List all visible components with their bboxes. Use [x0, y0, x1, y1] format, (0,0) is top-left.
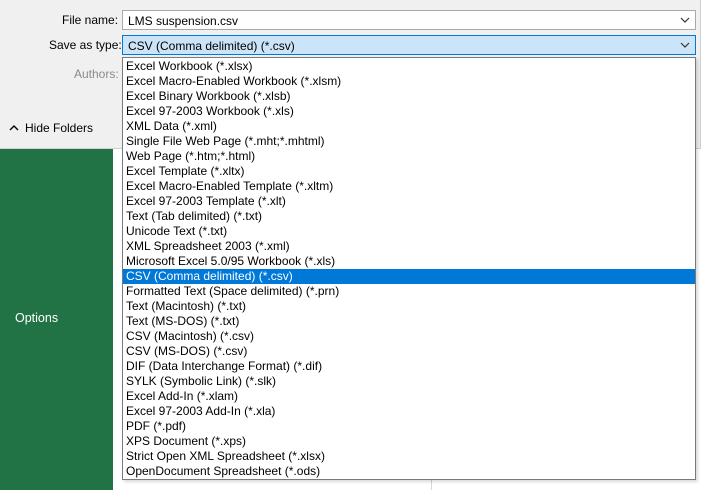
- file-type-option[interactable]: Text (Macintosh) (*.txt): [123, 299, 695, 314]
- file-type-option[interactable]: DIF (Data Interchange Format) (*.dif): [123, 359, 695, 374]
- file-type-dropdown[interactable]: Excel Workbook (*.xlsx) Excel Macro-Enabl…: [122, 57, 696, 480]
- file-type-option[interactable]: Strict Open XML Spreadsheet (*.xlsx): [123, 449, 695, 464]
- file-name-input[interactable]: LMS suspension.csv: [122, 10, 696, 30]
- file-type-option[interactable]: XML Spreadsheet 2003 (*.xml): [123, 239, 695, 254]
- chevron-down-icon[interactable]: [679, 14, 691, 26]
- save-as-type-select[interactable]: CSV (Comma delimited) (*.csv): [122, 35, 696, 55]
- file-type-option[interactable]: Web Page (*.htm;*.html): [123, 149, 695, 164]
- file-type-option[interactable]: SYLK (Symbolic Link) (*.slk): [123, 374, 695, 389]
- file-type-option[interactable]: Excel Binary Workbook (*.xlsb): [123, 89, 695, 104]
- file-type-option[interactable]: Excel Template (*.xltx): [123, 164, 695, 179]
- file-type-option[interactable]: CSV (Comma delimited) (*.csv): [123, 269, 695, 284]
- backstage-sidebar: Options: [0, 148, 113, 490]
- file-type-option[interactable]: CSV (Macintosh) (*.csv): [123, 329, 695, 344]
- authors-label: Authors:: [74, 67, 119, 81]
- file-type-option[interactable]: Excel Macro-Enabled Workbook (*.xlsm): [123, 74, 695, 89]
- save-as-type-value: CSV (Comma delimited) (*.csv): [128, 39, 295, 53]
- file-name-value: LMS suspension.csv: [128, 14, 239, 28]
- file-type-option[interactable]: Excel 97-2003 Add-In (*.xla): [123, 404, 695, 419]
- file-type-option[interactable]: CSV (MS-DOS) (*.csv): [123, 344, 695, 359]
- file-type-option[interactable]: XML Data (*.xml): [123, 119, 695, 134]
- file-type-option[interactable]: Excel Workbook (*.xlsx): [123, 59, 695, 74]
- file-type-option[interactable]: Text (MS-DOS) (*.txt): [123, 314, 695, 329]
- file-name-label: File name:: [62, 13, 119, 27]
- file-type-option[interactable]: Text (Tab delimited) (*.txt): [123, 209, 695, 224]
- file-type-list: Excel Workbook (*.xlsx) Excel Macro-Enabl…: [123, 59, 695, 479]
- hide-folders-button[interactable]: Hide Folders: [9, 121, 93, 135]
- file-type-option[interactable]: PDF (*.pdf): [123, 419, 695, 434]
- file-type-option[interactable]: Formatted Text (Space delimited) (*.prn): [123, 284, 695, 299]
- file-type-option[interactable]: Microsoft Excel 5.0/95 Workbook (*.xls): [123, 254, 695, 269]
- options-menu-item[interactable]: Options: [15, 311, 58, 325]
- file-type-option[interactable]: XPS Document (*.xps): [123, 434, 695, 449]
- save-as-type-label: Save as type:: [49, 38, 122, 52]
- hide-folders-label: Hide Folders: [25, 121, 94, 135]
- chevron-up-icon: [9, 125, 19, 131]
- chevron-down-icon[interactable]: [679, 39, 691, 51]
- file-type-option[interactable]: Excel Add-In (*.xlam): [123, 389, 695, 404]
- file-type-option[interactable]: Excel 97-2003 Workbook (*.xls): [123, 104, 695, 119]
- file-type-option[interactable]: OpenDocument Spreadsheet (*.ods): [123, 464, 695, 479]
- file-type-option[interactable]: Unicode Text (*.txt): [123, 224, 695, 239]
- file-type-option[interactable]: Single File Web Page (*.mht;*.mhtml): [123, 134, 695, 149]
- file-type-option[interactable]: Excel Macro-Enabled Template (*.xltm): [123, 179, 695, 194]
- file-type-option[interactable]: Excel 97-2003 Template (*.xlt): [123, 194, 695, 209]
